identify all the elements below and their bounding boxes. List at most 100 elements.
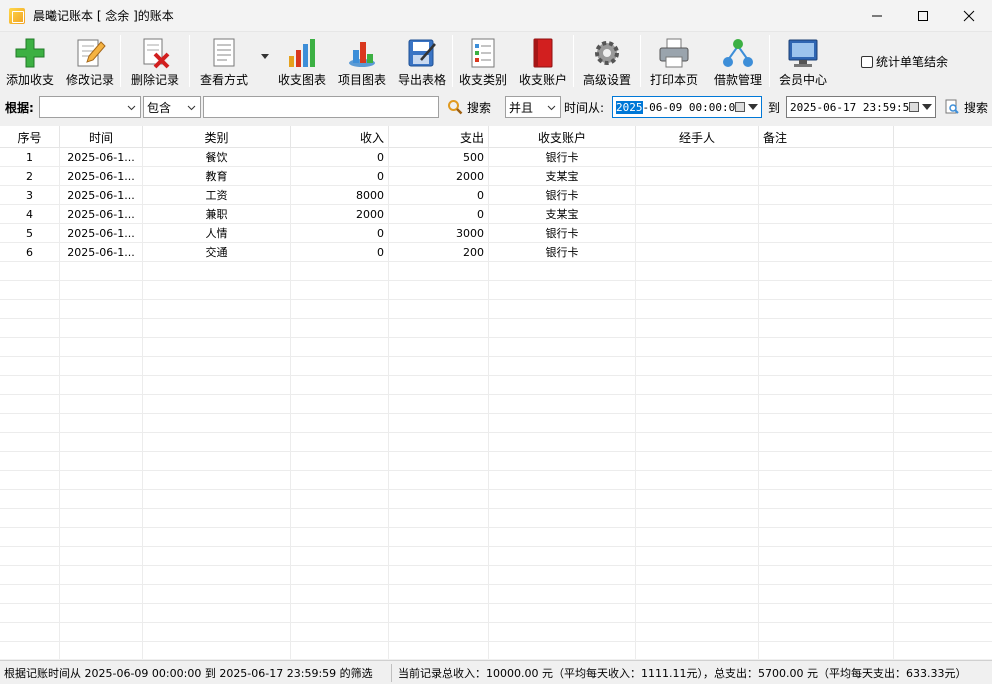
delete-record-button[interactable]: 删除记录 [121, 32, 189, 90]
member-center-button[interactable]: 会员中心 [770, 32, 836, 90]
cell-category [143, 319, 291, 338]
cell-index [0, 262, 60, 281]
cell-time [60, 262, 143, 281]
cell-note [759, 338, 894, 357]
cell-income [291, 566, 389, 585]
table-row[interactable] [0, 471, 992, 490]
col-header-category[interactable]: 类别 [143, 126, 291, 148]
account-button[interactable]: 收支账户 [513, 32, 573, 90]
cell-category: 人情 [143, 224, 291, 243]
export-table-button[interactable]: 导出表格 [392, 32, 452, 90]
table-row[interactable] [0, 642, 992, 659]
col-header-index[interactable]: 序号 [0, 126, 60, 148]
table-row[interactable] [0, 585, 992, 604]
table-row[interactable] [0, 433, 992, 452]
cell-index [0, 433, 60, 452]
single-settle-checkbox[interactable]: 统计单笔结余 [861, 53, 948, 70]
cell-account [489, 414, 636, 433]
time-from-label: 时间从: [564, 100, 605, 115]
date-search-button[interactable]: 搜索 [944, 99, 988, 116]
red-book-icon [533, 38, 553, 68]
date-to-picker[interactable]: 2025-06-17 23:59:59 [786, 96, 937, 118]
col-header-handler[interactable]: 经手人 [636, 126, 759, 148]
checkbox-box[interactable] [861, 55, 873, 68]
cell-handler [636, 547, 759, 566]
cell-index [0, 623, 60, 642]
table-row[interactable]: 3 2025-06-1... 工资 8000 0 银行卡 [0, 186, 992, 205]
table-row[interactable] [0, 452, 992, 471]
cell-time [60, 490, 143, 509]
col-header-income[interactable]: 收入 [291, 126, 389, 148]
close-button[interactable] [946, 0, 992, 32]
cell-expense [389, 528, 489, 547]
view-mode-dropdown[interactable] [258, 32, 272, 90]
table-row[interactable]: 5 2025-06-1... 人情 0 3000 银行卡 [0, 224, 992, 243]
filter-bar: 根据: 包含 搜索 并且 时间从: 2025 -06-09 00:00:00 到 … [0, 92, 992, 122]
table-row[interactable] [0, 509, 992, 528]
cell-category [143, 281, 291, 300]
col-header-time[interactable]: 时间 [60, 126, 143, 148]
col-header-expense[interactable]: 支出 [389, 126, 489, 148]
table-row[interactable] [0, 414, 992, 433]
cell-expense [389, 319, 489, 338]
cell-index [0, 319, 60, 338]
cell-account [489, 642, 636, 659]
table-row[interactable] [0, 357, 992, 376]
table-row[interactable]: 1 2025-06-1... 餐饮 0 500 银行卡 [0, 148, 992, 167]
search-button[interactable]: 搜索 [447, 99, 491, 116]
cell-note [759, 566, 894, 585]
cell-filler [894, 376, 992, 395]
table-row[interactable] [0, 300, 992, 319]
cell-income [291, 357, 389, 376]
project-chart-button[interactable]: 项目图表 [332, 32, 392, 90]
cell-handler [636, 205, 759, 224]
table-row[interactable] [0, 395, 992, 414]
basis-select[interactable] [39, 96, 141, 118]
col-header-account[interactable]: 收支账户 [489, 126, 636, 148]
cell-time [60, 452, 143, 471]
print-page-button[interactable]: 打印本页 [641, 32, 707, 90]
advanced-settings-button[interactable]: 高级设置 [574, 32, 640, 90]
edit-record-button[interactable]: 修改记录 [60, 32, 120, 90]
keyword-input[interactable] [203, 96, 439, 118]
table-row[interactable] [0, 319, 992, 338]
loan-management-button[interactable]: 借款管理 [707, 32, 769, 90]
add-record-button[interactable]: 添加收支 [0, 32, 60, 90]
table-row[interactable] [0, 547, 992, 566]
col-header-filler [894, 126, 992, 148]
income-chart-button[interactable]: 收支图表 [272, 32, 332, 90]
category-button[interactable]: 收支类别 [453, 32, 513, 90]
cell-handler [636, 281, 759, 300]
date-from-picker[interactable]: 2025 -06-09 00:00:00 [612, 96, 763, 118]
cell-time [60, 547, 143, 566]
cell-handler [636, 623, 759, 642]
table-row[interactable]: 6 2025-06-1... 交通 0 200 银行卡 [0, 243, 992, 262]
cell-category: 工资 [143, 186, 291, 205]
operator-select[interactable]: 包含 [143, 96, 201, 118]
col-header-note[interactable]: 备注 [759, 126, 894, 148]
cell-account [489, 281, 636, 300]
table-row[interactable] [0, 604, 992, 623]
maximize-button[interactable] [900, 0, 946, 32]
logic-select[interactable]: 并且 [505, 96, 562, 118]
view-mode-button[interactable]: 查看方式 [190, 32, 258, 90]
table-row[interactable] [0, 376, 992, 395]
table-row[interactable] [0, 338, 992, 357]
table-row[interactable] [0, 528, 992, 547]
cell-category [143, 490, 291, 509]
cell-expense: 3000 [389, 224, 489, 243]
records-table[interactable]: 序号 时间 类别 收入 支出 收支账户 经手人 备注 1 2025-06-1...… [0, 126, 992, 659]
table-row[interactable]: 2 2025-06-1... 教育 0 2000 支某宝 [0, 167, 992, 186]
cell-account [489, 547, 636, 566]
table-row[interactable] [0, 566, 992, 585]
table-row[interactable] [0, 623, 992, 642]
cell-time [60, 338, 143, 357]
window-controls [854, 0, 992, 32]
project-chart-icon [349, 42, 375, 67]
table-row[interactable] [0, 262, 992, 281]
cell-index [0, 338, 60, 357]
table-row[interactable] [0, 281, 992, 300]
table-row[interactable] [0, 490, 992, 509]
minimize-button[interactable] [854, 0, 900, 32]
table-row[interactable]: 4 2025-06-1... 兼职 2000 0 支某宝 [0, 205, 992, 224]
